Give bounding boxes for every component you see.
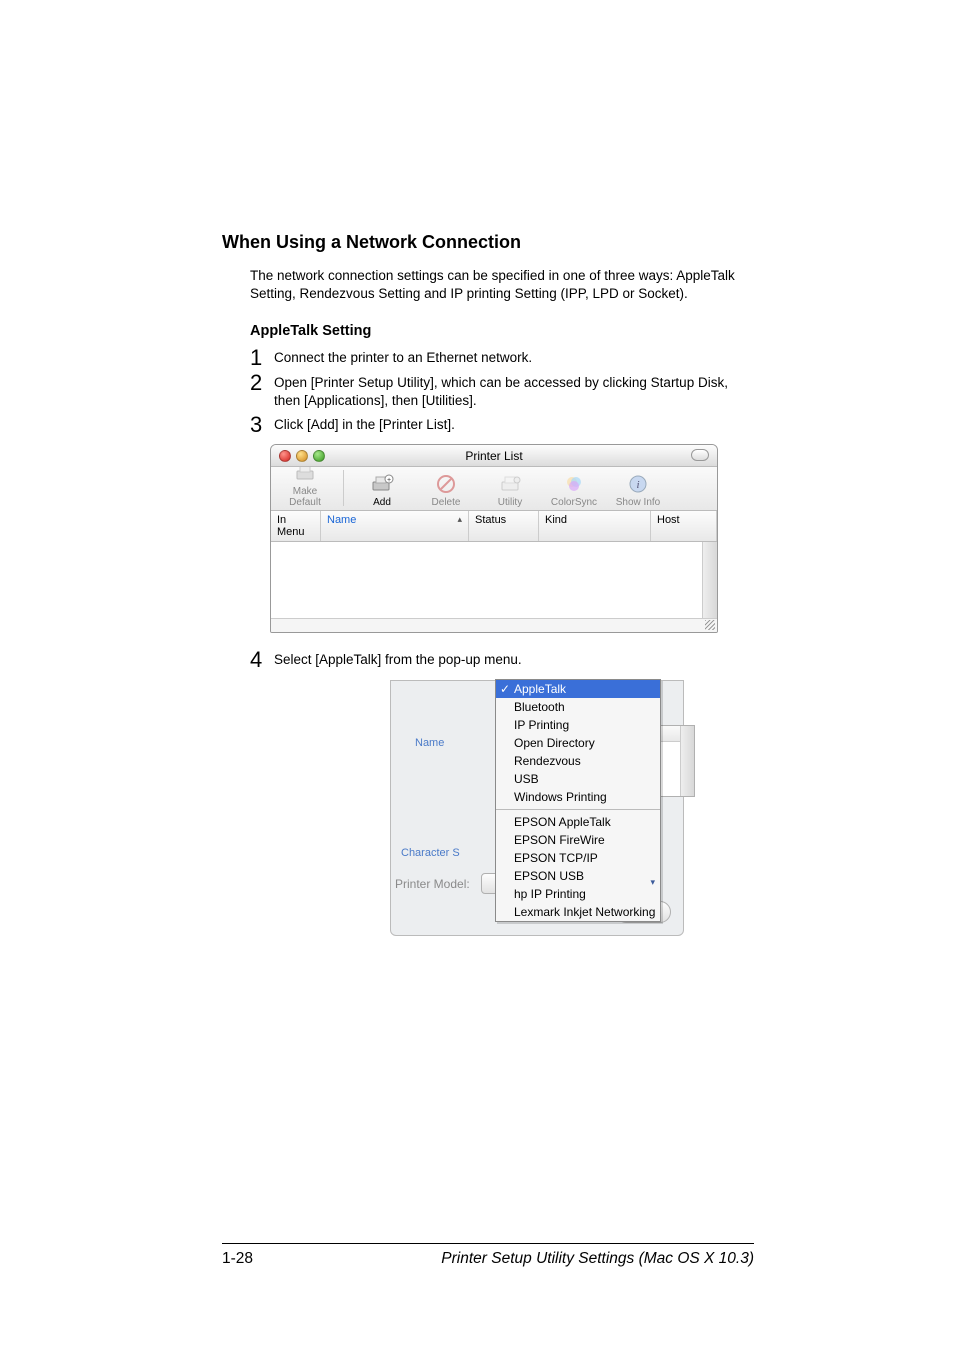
printer-list-window: Printer List Make Default + Add <box>270 444 718 633</box>
step-text: Select [AppleTalk] from the pop-up menu. <box>274 652 522 667</box>
toolbar-label: Show Info <box>616 497 660 508</box>
scrollbar[interactable] <box>702 542 717 618</box>
menu-item-rendezvous[interactable]: Rendezvous <box>496 752 660 770</box>
name-column-label: Name <box>415 737 444 749</box>
menu-item-ip-printing[interactable]: IP Printing <box>496 716 660 734</box>
menu-item-bluetooth[interactable]: Bluetooth <box>496 698 660 716</box>
add-printer-sheet: Name Character S Printer Model: Add Appl… <box>390 680 684 936</box>
list-item: 4Select [AppleTalk] from the pop-up menu… <box>250 651 754 669</box>
delete-icon <box>418 472 474 496</box>
connection-type-menu[interactable]: AppleTalk Bluetooth IP Printing Open Dir… <box>495 679 661 922</box>
body-paragraph: The network connection settings can be s… <box>250 267 754 303</box>
menu-item-epson-firewire[interactable]: EPSON FireWire <box>496 831 660 849</box>
colorsync-button: ColorSync <box>546 472 602 508</box>
resize-handle[interactable] <box>271 618 717 632</box>
menu-item-usb[interactable]: USB <box>496 770 660 788</box>
toolbar: Make Default + Add Delete <box>271 467 717 511</box>
toolbar-label: Make Default <box>289 486 321 508</box>
col-in-menu[interactable]: In Menu <box>271 511 321 541</box>
colorsync-icon <box>546 472 602 496</box>
svg-text:+: + <box>387 477 391 484</box>
menu-divider <box>496 809 660 810</box>
section-heading: When Using a Network Connection <box>222 232 754 253</box>
delete-button: Delete <box>418 472 474 508</box>
menu-item-epson-tcpip[interactable]: EPSON TCP/IP <box>496 849 660 867</box>
menu-item-windows-printing[interactable]: Windows Printing <box>496 788 660 806</box>
scrollbar[interactable] <box>680 726 694 796</box>
menu-item-open-directory[interactable]: Open Directory <box>496 734 660 752</box>
col-status[interactable]: Status <box>469 511 539 541</box>
menu-item-epson-appletalk[interactable]: EPSON AppleTalk <box>496 813 660 831</box>
column-headers: In Menu Name Status Kind Host <box>271 511 717 542</box>
printer-list-body <box>271 542 717 618</box>
step-text: Open [Printer Setup Utility], which can … <box>274 375 728 408</box>
toolbar-label: ColorSync <box>551 497 597 508</box>
show-info-button: i Show Info <box>610 472 666 508</box>
window-title: Printer List <box>271 449 717 463</box>
page-number: 1-28 <box>222 1250 253 1268</box>
utility-icon <box>482 472 538 496</box>
toolbar-label: Delete <box>432 497 461 508</box>
character-set-label: Character S <box>401 847 460 859</box>
col-host[interactable]: Host <box>651 511 717 541</box>
step-text: Connect the printer to an Ethernet netwo… <box>274 350 532 365</box>
svg-text:i: i <box>636 479 639 491</box>
footer-text: Printer Setup Utility Settings (Mac OS X… <box>441 1250 754 1268</box>
step-text: Click [Add] in the [Printer List]. <box>274 417 455 432</box>
toolbar-toggle-icon[interactable] <box>691 449 709 461</box>
col-name[interactable]: Name <box>321 511 469 541</box>
make-default-button: Make Default <box>277 461 333 508</box>
subsection-heading: AppleTalk Setting <box>250 323 754 339</box>
menu-item-appletalk[interactable]: AppleTalk <box>496 680 660 698</box>
window-titlebar[interactable]: Printer List <box>271 445 717 467</box>
toolbar-separator <box>343 470 344 506</box>
col-kind[interactable]: Kind <box>539 511 651 541</box>
printer-add-icon: + <box>354 472 410 496</box>
toolbar-label: Add <box>373 497 391 508</box>
menu-item-lexmark[interactable]: Lexmark Inkjet Networking <box>496 903 660 921</box>
toolbar-label: Utility <box>498 497 522 508</box>
utility-button: Utility <box>482 472 538 508</box>
list-item: 1Connect the printer to an Ethernet netw… <box>250 349 754 367</box>
page-footer: 1-28 Printer Setup Utility Settings (Mac… <box>222 1243 754 1268</box>
list-item: 3Click [Add] in the [Printer List]. <box>250 416 754 434</box>
menu-item-hp-ip-printing[interactable]: hp IP Printing <box>496 885 660 903</box>
list-item: 2Open [Printer Setup Utility], which can… <box>250 374 754 410</box>
info-icon: i <box>610 472 666 496</box>
menu-item-epson-usb[interactable]: EPSON USB <box>496 867 660 885</box>
add-button[interactable]: + Add <box>354 472 410 508</box>
printer-model-label: Printer Model: <box>395 877 470 891</box>
